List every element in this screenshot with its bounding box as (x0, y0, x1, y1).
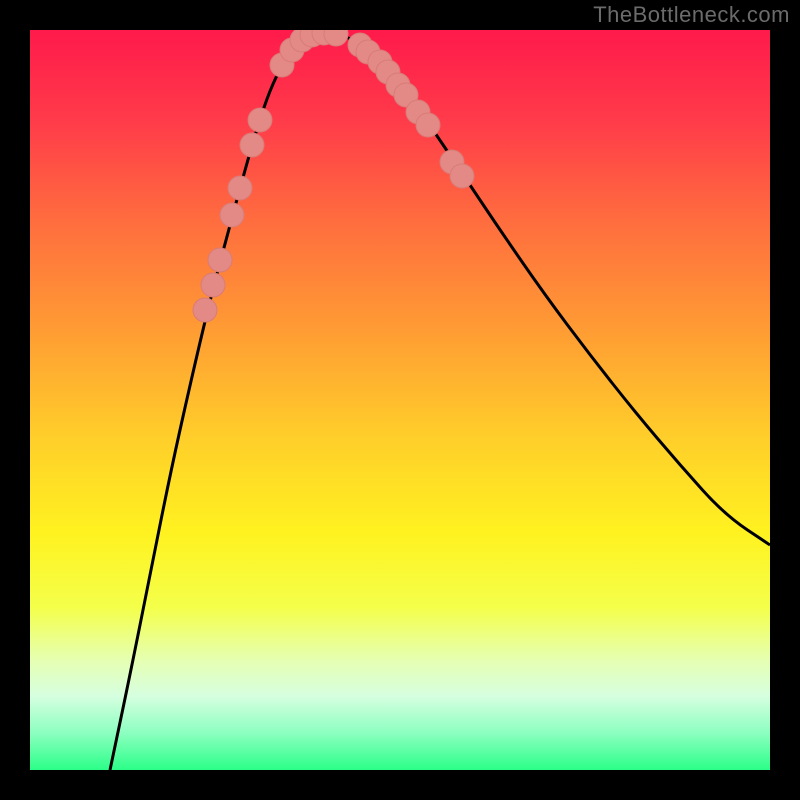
curve-marker (416, 113, 440, 137)
attribution-text: TheBottleneck.com (593, 2, 790, 28)
plot-area (30, 30, 770, 770)
curve-marker (450, 164, 474, 188)
bottleneck-curve (110, 33, 770, 770)
curve-marker (240, 133, 264, 157)
curve-layer (30, 30, 770, 770)
curve-marker (248, 108, 272, 132)
curve-markers (193, 30, 474, 322)
curve-marker (208, 248, 232, 272)
curve-marker (201, 273, 225, 297)
curve-marker (228, 176, 252, 200)
curve-marker (193, 298, 217, 322)
chart-frame: TheBottleneck.com (0, 0, 800, 800)
curve-marker (220, 203, 244, 227)
